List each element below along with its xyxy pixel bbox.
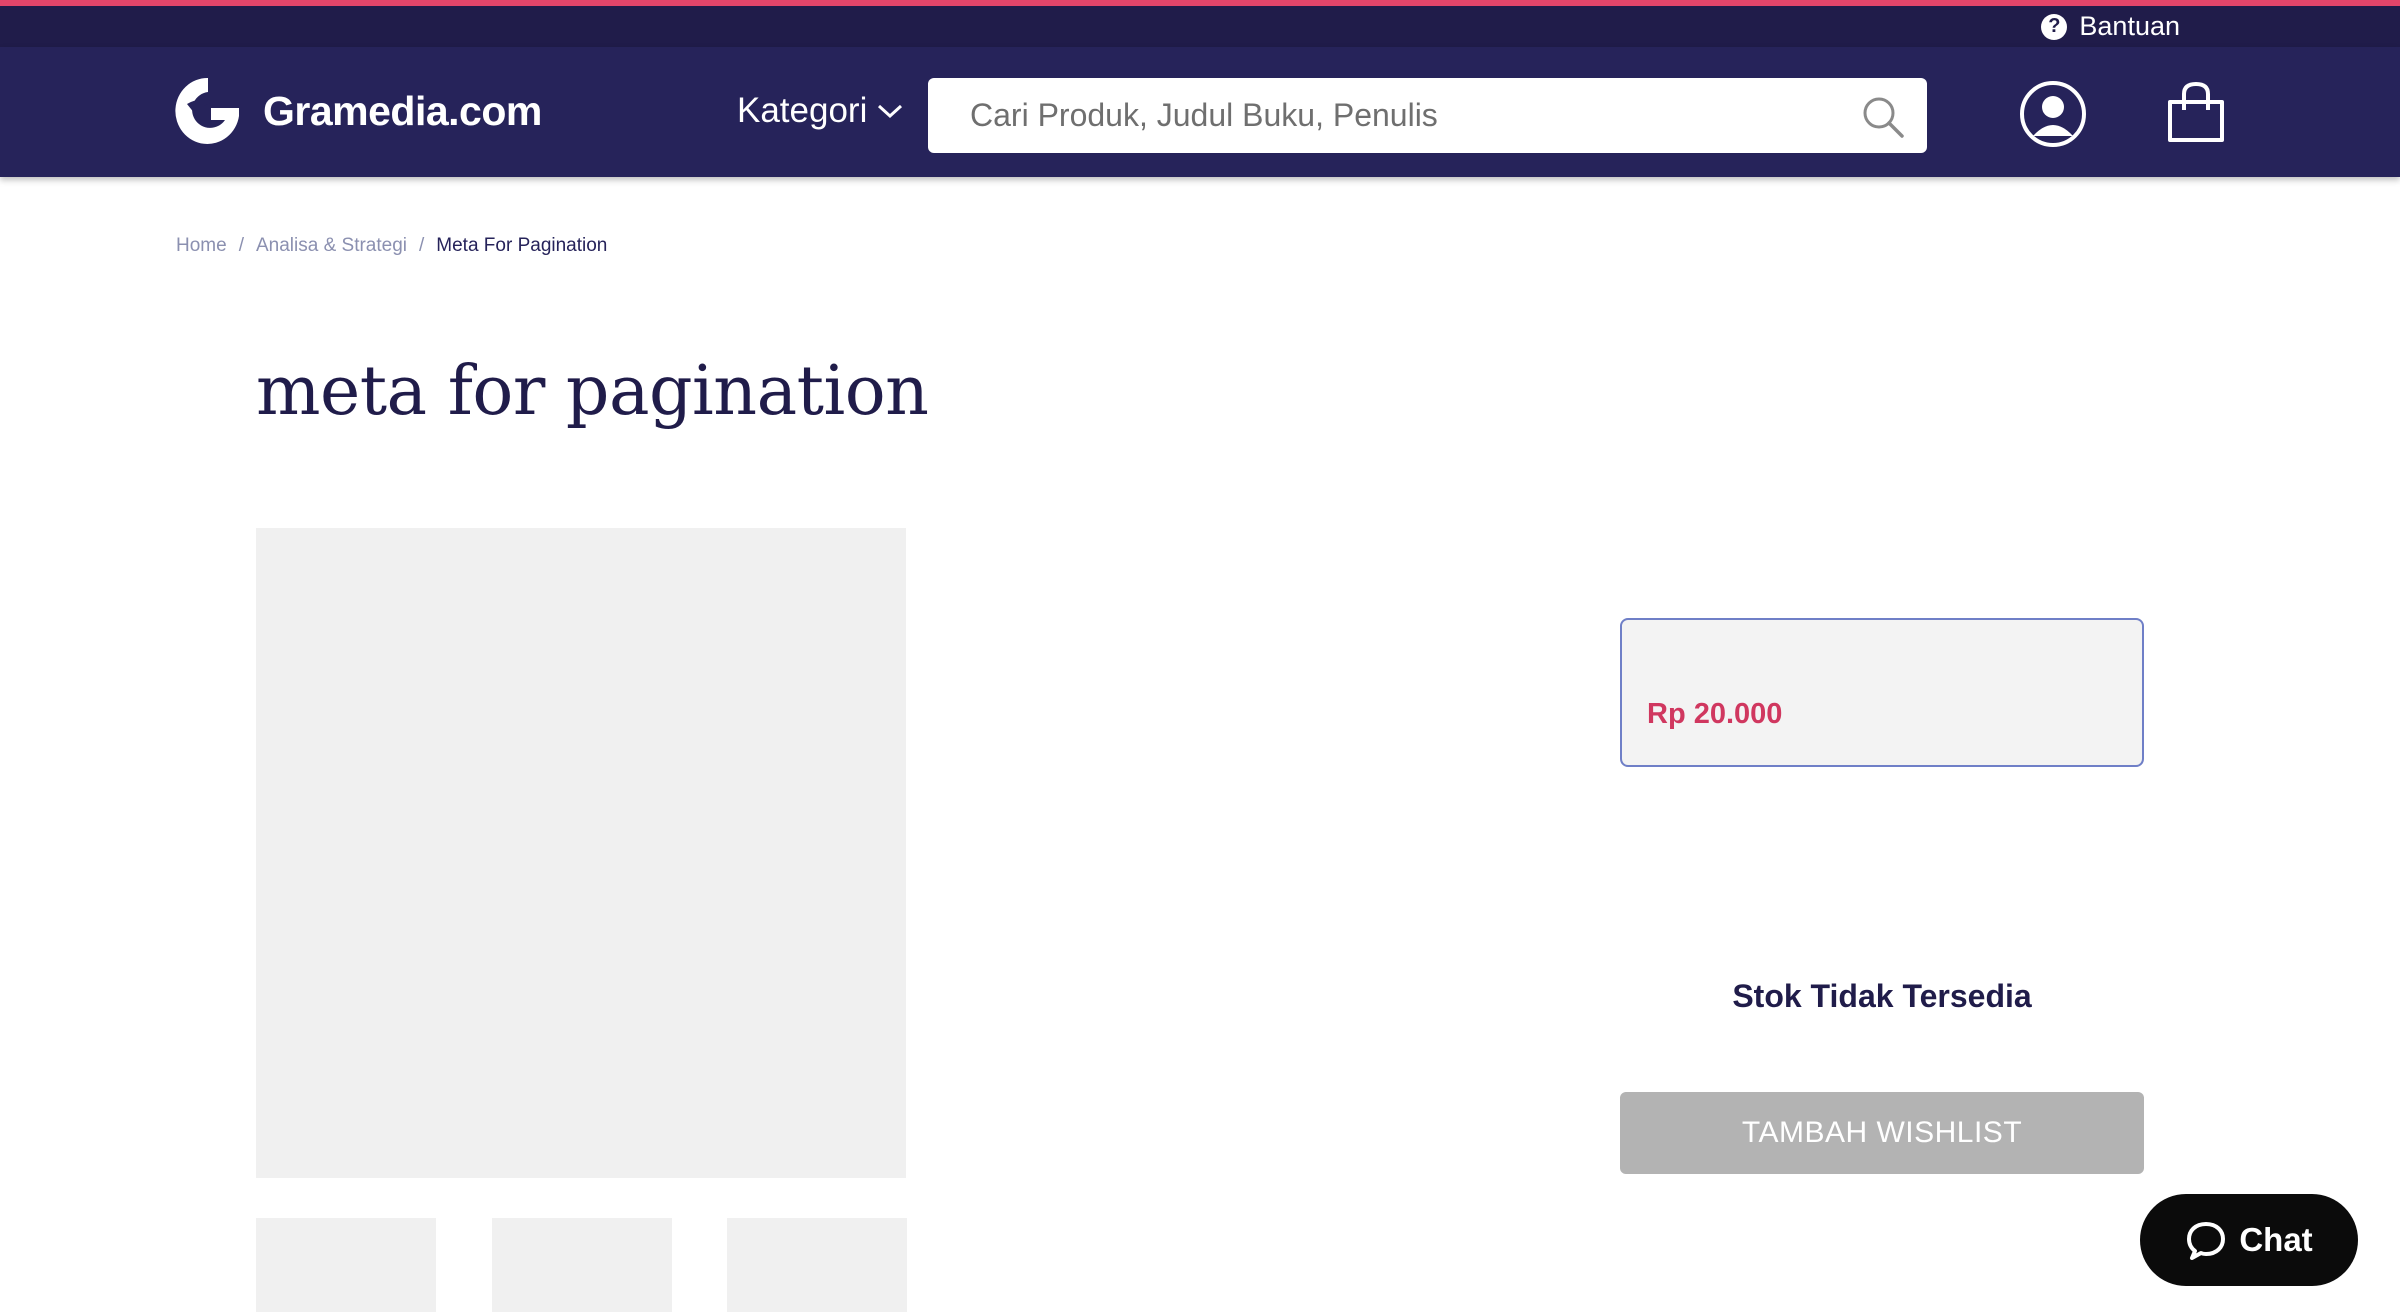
kategori-label: Kategori [737,91,868,130]
search-bar [928,78,1927,153]
gramedia-logo-icon [175,77,239,144]
chat-label: Chat [2239,1221,2313,1258]
breadcrumb-category[interactable]: Analisa & Strategi [256,235,407,257]
main-navbar: Gramedia.com Kategori [0,47,2400,177]
product-thumbnail[interactable] [256,1218,436,1312]
logo-text: Gramedia.com [263,87,542,134]
stock-status: Stok Tidak Tersedia [1732,978,2032,1014]
search-icon[interactable] [1861,95,1905,139]
chat-button[interactable]: Chat [2140,1194,2358,1286]
breadcrumb-separator: / [238,235,244,256]
search-input[interactable] [970,78,1850,153]
help-label: Bantuan [2079,11,2180,41]
chat-bubble-icon [2187,1222,2226,1260]
chevron-down-icon [878,104,903,119]
breadcrumb-separator: / [419,235,425,256]
breadcrumb: Home / Analisa & Strategi / Meta For Pag… [176,235,607,257]
product-title: meta for pagination [256,352,929,431]
product-thumbnail[interactable] [727,1218,907,1312]
question-circle-icon: ? [2041,13,2068,40]
top-utility-bar: ? Bantuan [0,6,2400,47]
breadcrumb-home[interactable]: Home [176,235,227,257]
breadcrumb-current: Meta For Pagination [436,235,608,256]
product-thumbnail[interactable] [492,1218,672,1312]
product-price: Rp 20.000 [1647,698,1783,730]
add-wishlist-button[interactable]: TAMBAH WISHLIST [1620,1092,2144,1174]
user-icon[interactable] [2019,80,2087,148]
shopping-bag-icon[interactable] [2166,80,2226,144]
kategori-dropdown[interactable]: Kategori [737,91,903,131]
price-option-card[interactable]: Rp 20.000 [1620,618,2144,767]
product-image[interactable] [256,528,906,1178]
site-logo[interactable]: Gramedia.com [173,74,542,148]
help-link[interactable]: ? Bantuan [2041,10,2180,43]
